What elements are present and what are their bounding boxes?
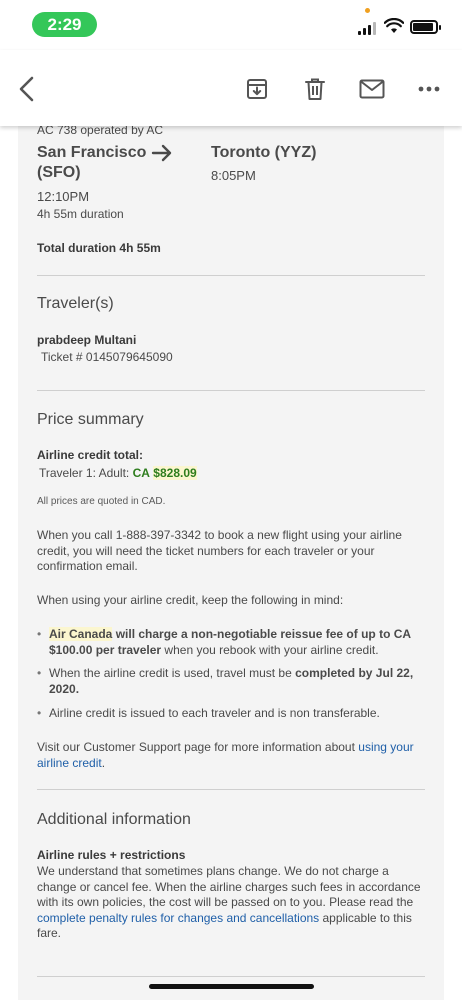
privacy-indicator-dot [365,8,370,13]
home-indicator[interactable] [149,984,314,989]
arrival-time: 8:05PM [211,168,256,183]
battery-icon [410,20,441,34]
price-summary-title: Price summary [37,411,144,428]
divider [37,789,425,790]
support-suffix: . [101,755,106,770]
divider [37,275,425,276]
email-toolbar [0,50,462,126]
origin-airport-code: (SFO) [37,164,81,181]
trash-icon [305,78,325,100]
airline-credit-total-label: Airline credit total: [37,448,144,462]
airline-rules-paragraph: We understand that sometimes plans chang… [37,864,423,942]
status-time: 2:29 [32,12,97,37]
delete-button[interactable] [298,72,332,106]
additional-info-title: Additional information [37,811,191,828]
divider [37,976,425,977]
travelers-section-title: Traveler(s) [37,295,114,312]
keep-in-mind-text: When using your airline credit, keep the… [37,593,344,607]
archive-button[interactable] [240,72,274,106]
airline-rules-title: Airline rules + restrictions [37,848,186,862]
airline-name-highlight: Air Canada [49,627,113,641]
chevron-left-icon [19,76,34,102]
destination-city: Toronto (YYZ) [211,144,317,161]
call-info-paragraph: When you call 1-888-397-3342 to book a n… [37,528,402,573]
email-body: AC 738 operated by AC San Francisco (SFO… [18,122,444,1000]
ticket-number: Ticket # 0145079645090 [41,350,173,364]
total-duration: Total duration 4h 55m [37,241,161,255]
mark-unread-button[interactable] [355,72,389,106]
archive-icon [247,79,267,99]
cellular-signal-icon [358,22,378,35]
support-paragraph: Visit our Customer Support page for more… [37,740,423,771]
reissue-fee-rest: when you rebook with your airline credit… [161,642,379,657]
back-button[interactable] [10,72,44,106]
mail-icon [359,79,385,99]
more-icon [418,86,440,92]
divider [37,390,425,391]
wifi-icon [383,17,405,36]
currency-note: All prices are quoted in CAD. [37,496,166,507]
flight-duration: 4h 55m duration [37,207,124,221]
traveler-credit-prefix: Traveler 1: Adult: [39,466,130,480]
traveler-credit-line: Traveler 1: Adult: CA $828.09 [39,466,197,480]
bullet-non-transferable: Airline credit is issued to each travele… [37,706,425,722]
bullet-reissue-fee: Air Canada will charge a non-negotiable … [37,627,425,658]
status-bar: 2:29 [0,0,462,50]
arrow-right-icon [151,144,172,162]
departure-time: 12:10PM [37,189,90,204]
credit-amount: $828.09 [153,466,197,480]
penalty-rules-link[interactable]: complete penalty rules for changes and c… [37,911,319,925]
bullet-travel-completion: When the airline credit is used, travel … [37,666,425,697]
origin-city: San Francisco [37,144,147,161]
rules-text: We understand that sometimes plans chang… [37,864,421,909]
credit-currency: CA [132,466,150,480]
traveler-name: prabdeep Multani [37,333,137,347]
completion-prefix: When the airline credit is used, travel … [49,666,296,680]
support-prefix: Visit our Customer Support page for more… [37,740,359,754]
more-options-button[interactable] [412,72,446,106]
